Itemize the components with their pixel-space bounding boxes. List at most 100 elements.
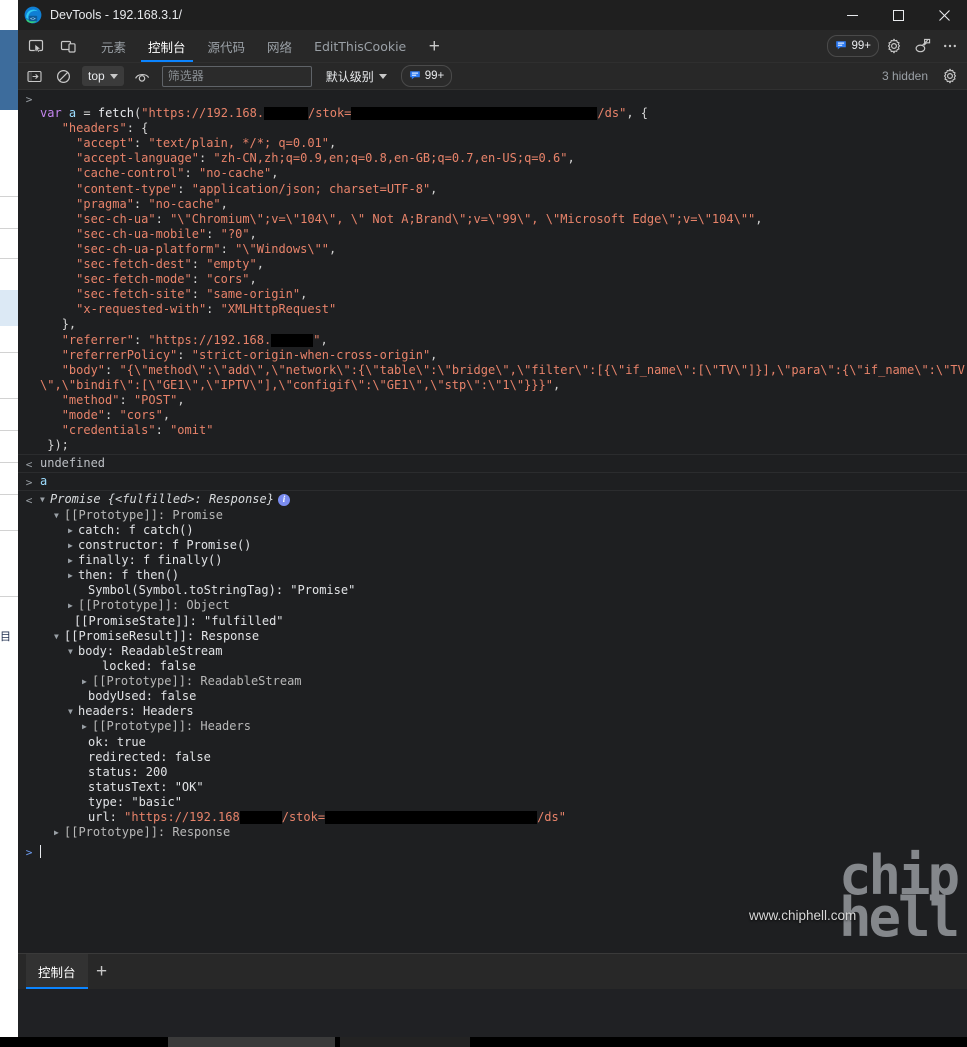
- tree-node[interactable]: then: f then(): [40, 568, 967, 583]
- tabstrip-right-actions: 99+: [827, 30, 963, 62]
- titlebar-left: <> DevTools - 192.168.3.1/: [18, 6, 182, 24]
- tree-node[interactable]: catch: f catch(): [40, 523, 967, 538]
- expand-triangle-icon[interactable]: [68, 644, 78, 659]
- tree-node[interactable]: constructor: f Promise(): [40, 538, 967, 553]
- filter-input[interactable]: [161, 65, 312, 87]
- underlying-page-sliver: 目: [0, 0, 18, 1047]
- expand-triangle-icon[interactable]: [54, 629, 64, 644]
- maximize-button[interactable]: [875, 0, 921, 30]
- clear-console-icon[interactable]: [50, 65, 76, 87]
- tree-node-label: then: f then(): [78, 568, 180, 583]
- console-issues-badge[interactable]: 99+: [400, 65, 453, 87]
- window-title: DevTools - 192.168.3.1/: [50, 8, 183, 22]
- taskbar-item[interactable]: [340, 1037, 470, 1047]
- execution-context-selector[interactable]: top: [82, 66, 124, 86]
- expand-triangle-icon[interactable]: [68, 568, 78, 583]
- chevron-down-icon: [378, 73, 387, 79]
- console-input-code: a: [40, 474, 48, 489]
- page-divider: [0, 596, 18, 597]
- devtools-customize-icon[interactable]: [909, 33, 935, 59]
- issues-badge[interactable]: 99+: [827, 35, 879, 57]
- expand-triangle-icon[interactable]: [68, 704, 78, 719]
- expand-triangle-icon[interactable]: [68, 538, 78, 553]
- console-prompt-row[interactable]: >: [18, 841, 967, 863]
- gear-icon[interactable]: [881, 33, 907, 59]
- svg-text:<>: <>: [30, 17, 36, 22]
- object-tree-header[interactable]: Promise {<fulfilled>: Response}i: [40, 492, 967, 507]
- tree-node[interactable]: [[PromiseResult]]: Response: [40, 629, 967, 644]
- console-settings-icon[interactable]: [937, 65, 963, 87]
- close-button[interactable]: [921, 0, 967, 30]
- output-prompt-icon: <: [25, 458, 33, 472]
- log-level-selector[interactable]: 默认级别: [322, 66, 391, 86]
- issues-bubble-icon: [835, 39, 847, 54]
- tree-node[interactable]: [[Prototype]]: ReadableStream: [40, 674, 967, 689]
- expand-triangle-icon[interactable]: [54, 508, 64, 523]
- device-toolbar-icon[interactable]: [54, 33, 82, 59]
- console-object-entry[interactable]: < Promise {<fulfilled>: Response}i [[Pro…: [18, 490, 967, 841]
- tree-node-label: [[Prototype]]: ReadableStream: [92, 674, 302, 689]
- tree-node-label: [[Prototype]]: Headers: [92, 719, 251, 734]
- tree-node[interactable]: [[Prototype]]: Response: [40, 825, 967, 840]
- console-input-entry[interactable]: > var a = fetch("https://192.168./stok= /…: [18, 90, 967, 454]
- console-input-entry[interactable]: > a: [18, 473, 967, 490]
- chiphell-logo-line2: hell: [838, 886, 960, 949]
- expand-triangle-icon[interactable]: [82, 719, 92, 734]
- issues-count: 99+: [851, 40, 871, 52]
- object-header-label: Promise {<fulfilled>: Response}: [50, 492, 274, 507]
- tree-node: type: "basic": [40, 795, 967, 810]
- tree-node[interactable]: [[Prototype]]: Headers: [40, 719, 967, 734]
- tab-console[interactable]: 控制台: [137, 30, 197, 62]
- input-prompt-icon: >: [25, 476, 33, 490]
- page-highlight-row: [0, 290, 18, 326]
- tab-sources[interactable]: 源代码: [197, 30, 257, 62]
- tab-label: EditThisCookie: [314, 38, 407, 54]
- window-controls: [829, 0, 967, 30]
- more-options-icon[interactable]: [937, 33, 963, 59]
- tab-network[interactable]: 网络: [256, 30, 303, 62]
- page-blue-band: [0, 30, 18, 110]
- expand-triangle-icon[interactable]: [68, 523, 78, 538]
- expand-triangle-icon[interactable]: [68, 598, 78, 613]
- tab-label: 网络: [267, 39, 293, 55]
- inspect-element-icon[interactable]: [22, 33, 50, 59]
- tree-node[interactable]: Symbol(Symbol.toStringTag): "Promise": [40, 583, 967, 598]
- hidden-messages-count: 3 hidden: [881, 69, 928, 83]
- chiphell-url: www.chiphell.com: [749, 907, 857, 923]
- tree-node[interactable]: body: ReadableStream: [40, 644, 967, 659]
- panel-tabs: 元素 控制台 源代码 网络 EditThisCookie: [90, 30, 417, 62]
- tree-node[interactable]: finally: f finally(): [40, 553, 967, 568]
- tree-node: ok: true: [40, 735, 967, 750]
- tree-node-label: [[PromiseResult]]: Response: [64, 628, 260, 643]
- console-output-entry[interactable]: < undefined: [18, 454, 967, 474]
- tab-editthiscookie[interactable]: EditThisCookie: [303, 30, 417, 62]
- expand-triangle-icon[interactable]: [40, 492, 50, 507]
- minimize-button[interactable]: [829, 0, 875, 30]
- tree-node-label: body: ReadableStream: [78, 643, 223, 658]
- page-divider: [0, 494, 18, 495]
- tree-node: bodyUsed: false: [40, 689, 967, 704]
- tree-node-label: [[Prototype]]: Object: [78, 598, 230, 613]
- console-toolbar: top 默认级别 99+ 3 hidden: [18, 63, 967, 90]
- tree-node[interactable]: headers: Headers: [40, 704, 967, 719]
- tree-node[interactable]: [[Prototype]]: Object: [40, 598, 967, 613]
- taskbar-item[interactable]: [168, 1037, 335, 1047]
- info-icon[interactable]: i: [277, 493, 290, 506]
- tab-elements[interactable]: 元素: [90, 30, 137, 62]
- expand-triangle-icon[interactable]: [54, 825, 64, 840]
- tree-node-label: redirected: false: [88, 749, 211, 764]
- execution-context-label: top: [88, 69, 105, 83]
- tree-node[interactable]: [[Prototype]]: Promise: [40, 508, 967, 523]
- expand-triangle-icon[interactable]: [68, 553, 78, 568]
- output-prompt-icon: <: [25, 494, 33, 508]
- console-toolbar-right: 3 hidden: [882, 63, 963, 89]
- tree-node-label: catch: f catch(): [78, 522, 194, 537]
- drawer-add-tab-button[interactable]: +: [88, 954, 116, 989]
- live-expression-icon[interactable]: [130, 65, 156, 87]
- console-message-list[interactable]: > var a = fetch("https://192.168./stok= /…: [18, 90, 967, 953]
- console-sidebar-icon[interactable]: [21, 65, 47, 87]
- drawer-tab-console[interactable]: 控制台: [26, 954, 88, 989]
- expand-triangle-icon[interactable]: [82, 674, 92, 689]
- page-divider: [0, 530, 18, 531]
- add-panel-button[interactable]: +: [421, 33, 447, 59]
